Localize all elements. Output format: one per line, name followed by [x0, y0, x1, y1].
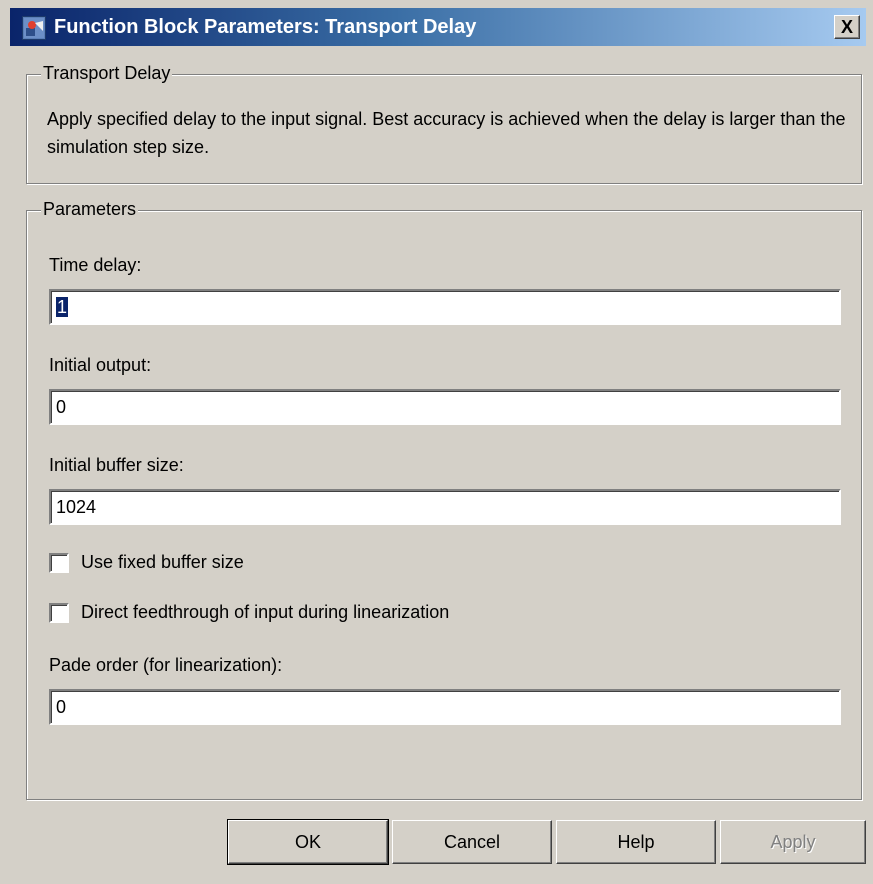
- initial-output-input[interactable]: 0: [49, 389, 841, 425]
- apply-button[interactable]: Apply: [720, 820, 866, 864]
- use-fixed-buffer-checkbox[interactable]: [49, 553, 69, 573]
- parameters-legend: Parameters: [41, 199, 139, 220]
- block-description: Apply specified delay to the input signa…: [47, 109, 846, 157]
- ok-button[interactable]: OK: [227, 819, 389, 865]
- dialog-window: Function Block Parameters: Transport Del…: [0, 0, 873, 884]
- close-button[interactable]: X: [834, 15, 860, 39]
- title-bar[interactable]: Function Block Parameters: Transport Del…: [10, 8, 866, 46]
- close-icon: X: [840, 17, 853, 37]
- time-delay-label: Time delay:: [49, 255, 142, 275]
- initial-buffer-size-input[interactable]: 1024: [49, 489, 841, 525]
- initial-buffer-size-label: Initial buffer size:: [49, 455, 184, 475]
- pade-order-input[interactable]: 0: [49, 689, 841, 725]
- initial-buffer-size-value: 1024: [56, 497, 97, 517]
- pade-order-label: Pade order (for linearization):: [49, 655, 283, 675]
- pade-order-value: 0: [56, 697, 67, 717]
- block-group-legend: Transport Delay: [41, 63, 173, 84]
- direct-feedthrough-label[interactable]: Direct feedthrough of input during linea…: [81, 602, 449, 623]
- time-delay-input[interactable]: 1: [49, 289, 841, 325]
- simulink-block-icon: [22, 16, 46, 40]
- time-delay-value: 1: [56, 297, 69, 317]
- initial-output-label: Initial output:: [49, 355, 152, 375]
- help-button[interactable]: Help: [556, 820, 716, 864]
- initial-output-value: 0: [56, 397, 67, 417]
- parameters-group: Parameters Time delay: 1 Initial output:…: [26, 199, 862, 800]
- window-title: Function Block Parameters: Transport Del…: [54, 16, 477, 38]
- use-fixed-buffer-label[interactable]: Use fixed buffer size: [81, 552, 244, 573]
- block-description-group: Transport Delay Apply specified delay to…: [26, 63, 862, 184]
- cancel-button[interactable]: Cancel: [392, 820, 552, 864]
- direct-feedthrough-checkbox[interactable]: [49, 603, 69, 623]
